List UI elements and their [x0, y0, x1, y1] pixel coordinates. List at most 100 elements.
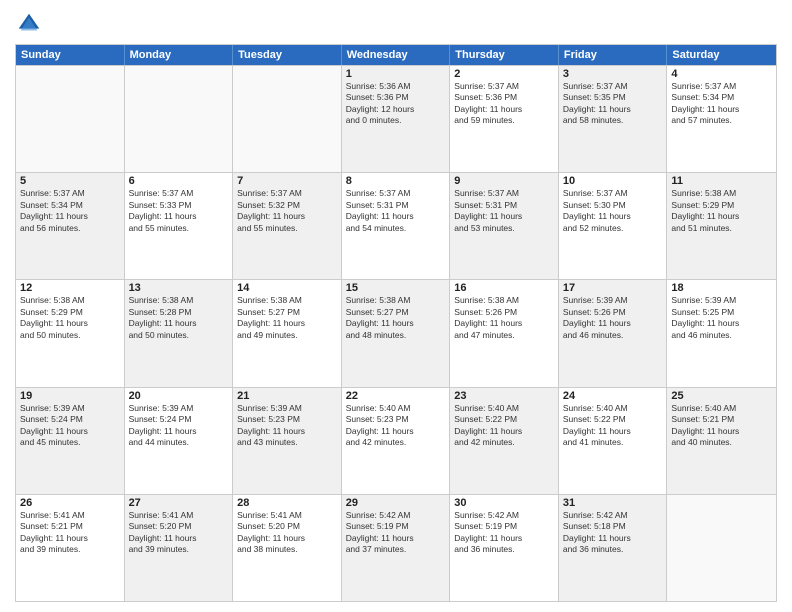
cell-info: Sunrise: 5:38 AMSunset: 5:28 PMDaylight:… [129, 295, 229, 341]
cal-cell-row0-col4: 2Sunrise: 5:37 AMSunset: 5:36 PMDaylight… [450, 66, 559, 172]
calendar-body: 1Sunrise: 5:36 AMSunset: 5:36 PMDaylight… [16, 65, 776, 601]
cell-info: Sunrise: 5:38 AMSunset: 5:27 PMDaylight:… [237, 295, 337, 341]
day-number: 12 [20, 282, 120, 294]
cell-info: Sunrise: 5:37 AMSunset: 5:30 PMDaylight:… [563, 188, 663, 234]
cal-cell-row3-col5: 24Sunrise: 5:40 AMSunset: 5:22 PMDayligh… [559, 388, 668, 494]
cal-cell-row3-col4: 23Sunrise: 5:40 AMSunset: 5:22 PMDayligh… [450, 388, 559, 494]
day-number: 15 [346, 282, 446, 294]
cell-info: Sunrise: 5:37 AMSunset: 5:34 PMDaylight:… [20, 188, 120, 234]
cal-cell-row0-col1 [125, 66, 234, 172]
cal-cell-row4-col0: 26Sunrise: 5:41 AMSunset: 5:21 PMDayligh… [16, 495, 125, 601]
day-number: 28 [237, 497, 337, 509]
logo-icon [15, 10, 43, 38]
cell-info: Sunrise: 5:37 AMSunset: 5:33 PMDaylight:… [129, 188, 229, 234]
cell-info: Sunrise: 5:39 AMSunset: 5:26 PMDaylight:… [563, 295, 663, 341]
day-number: 14 [237, 282, 337, 294]
cal-cell-row3-col3: 22Sunrise: 5:40 AMSunset: 5:23 PMDayligh… [342, 388, 451, 494]
cal-cell-row1-col3: 8Sunrise: 5:37 AMSunset: 5:31 PMDaylight… [342, 173, 451, 279]
calendar-row-4: 19Sunrise: 5:39 AMSunset: 5:24 PMDayligh… [16, 387, 776, 494]
cal-cell-row0-col0 [16, 66, 125, 172]
day-number: 4 [671, 68, 772, 80]
day-number: 29 [346, 497, 446, 509]
day-number: 23 [454, 390, 554, 402]
cal-cell-row3-col2: 21Sunrise: 5:39 AMSunset: 5:23 PMDayligh… [233, 388, 342, 494]
cell-info: Sunrise: 5:39 AMSunset: 5:24 PMDaylight:… [129, 403, 229, 449]
cal-cell-row1-col4: 9Sunrise: 5:37 AMSunset: 5:31 PMDaylight… [450, 173, 559, 279]
cal-cell-row4-col6 [667, 495, 776, 601]
cal-cell-row4-col2: 28Sunrise: 5:41 AMSunset: 5:20 PMDayligh… [233, 495, 342, 601]
header-day-wednesday: Wednesday [342, 45, 451, 65]
page: SundayMondayTuesdayWednesdayThursdayFrid… [0, 0, 792, 612]
day-number: 11 [671, 175, 772, 187]
cell-info: Sunrise: 5:41 AMSunset: 5:21 PMDaylight:… [20, 510, 120, 556]
header-day-friday: Friday [559, 45, 668, 65]
cell-info: Sunrise: 5:41 AMSunset: 5:20 PMDaylight:… [129, 510, 229, 556]
day-number: 31 [563, 497, 663, 509]
cal-cell-row4-col1: 27Sunrise: 5:41 AMSunset: 5:20 PMDayligh… [125, 495, 234, 601]
day-number: 17 [563, 282, 663, 294]
calendar-row-1: 1Sunrise: 5:36 AMSunset: 5:36 PMDaylight… [16, 65, 776, 172]
calendar-header: SundayMondayTuesdayWednesdayThursdayFrid… [16, 45, 776, 65]
cell-info: Sunrise: 5:39 AMSunset: 5:25 PMDaylight:… [671, 295, 772, 341]
day-number: 30 [454, 497, 554, 509]
cell-info: Sunrise: 5:37 AMSunset: 5:34 PMDaylight:… [671, 81, 772, 127]
cal-cell-row4-col4: 30Sunrise: 5:42 AMSunset: 5:19 PMDayligh… [450, 495, 559, 601]
header-day-saturday: Saturday [667, 45, 776, 65]
header-day-monday: Monday [125, 45, 234, 65]
cal-cell-row0-col3: 1Sunrise: 5:36 AMSunset: 5:36 PMDaylight… [342, 66, 451, 172]
header-day-tuesday: Tuesday [233, 45, 342, 65]
cell-info: Sunrise: 5:40 AMSunset: 5:21 PMDaylight:… [671, 403, 772, 449]
day-number: 2 [454, 68, 554, 80]
day-number: 8 [346, 175, 446, 187]
day-number: 22 [346, 390, 446, 402]
cal-cell-row1-col5: 10Sunrise: 5:37 AMSunset: 5:30 PMDayligh… [559, 173, 668, 279]
day-number: 5 [20, 175, 120, 187]
cal-cell-row2-col5: 17Sunrise: 5:39 AMSunset: 5:26 PMDayligh… [559, 280, 668, 386]
cell-info: Sunrise: 5:41 AMSunset: 5:20 PMDaylight:… [237, 510, 337, 556]
day-number: 19 [20, 390, 120, 402]
cal-cell-row2-col6: 18Sunrise: 5:39 AMSunset: 5:25 PMDayligh… [667, 280, 776, 386]
day-number: 26 [20, 497, 120, 509]
day-number: 7 [237, 175, 337, 187]
cell-info: Sunrise: 5:37 AMSunset: 5:31 PMDaylight:… [346, 188, 446, 234]
cell-info: Sunrise: 5:38 AMSunset: 5:27 PMDaylight:… [346, 295, 446, 341]
cal-cell-row1-col1: 6Sunrise: 5:37 AMSunset: 5:33 PMDaylight… [125, 173, 234, 279]
cell-info: Sunrise: 5:37 AMSunset: 5:31 PMDaylight:… [454, 188, 554, 234]
day-number: 9 [454, 175, 554, 187]
day-number: 3 [563, 68, 663, 80]
cell-info: Sunrise: 5:36 AMSunset: 5:36 PMDaylight:… [346, 81, 446, 127]
cell-info: Sunrise: 5:42 AMSunset: 5:19 PMDaylight:… [454, 510, 554, 556]
cell-info: Sunrise: 5:37 AMSunset: 5:35 PMDaylight:… [563, 81, 663, 127]
day-number: 6 [129, 175, 229, 187]
cal-cell-row3-col1: 20Sunrise: 5:39 AMSunset: 5:24 PMDayligh… [125, 388, 234, 494]
cal-cell-row1-col6: 11Sunrise: 5:38 AMSunset: 5:29 PMDayligh… [667, 173, 776, 279]
cal-cell-row3-col6: 25Sunrise: 5:40 AMSunset: 5:21 PMDayligh… [667, 388, 776, 494]
day-number: 18 [671, 282, 772, 294]
cal-cell-row2-col4: 16Sunrise: 5:38 AMSunset: 5:26 PMDayligh… [450, 280, 559, 386]
cal-cell-row2-col3: 15Sunrise: 5:38 AMSunset: 5:27 PMDayligh… [342, 280, 451, 386]
cal-cell-row2-col0: 12Sunrise: 5:38 AMSunset: 5:29 PMDayligh… [16, 280, 125, 386]
header-day-sunday: Sunday [16, 45, 125, 65]
day-number: 13 [129, 282, 229, 294]
cell-info: Sunrise: 5:42 AMSunset: 5:18 PMDaylight:… [563, 510, 663, 556]
day-number: 20 [129, 390, 229, 402]
cell-info: Sunrise: 5:40 AMSunset: 5:22 PMDaylight:… [454, 403, 554, 449]
cell-info: Sunrise: 5:37 AMSunset: 5:32 PMDaylight:… [237, 188, 337, 234]
cal-cell-row0-col2 [233, 66, 342, 172]
cal-cell-row4-col5: 31Sunrise: 5:42 AMSunset: 5:18 PMDayligh… [559, 495, 668, 601]
calendar-row-2: 5Sunrise: 5:37 AMSunset: 5:34 PMDaylight… [16, 172, 776, 279]
day-number: 16 [454, 282, 554, 294]
calendar-row-3: 12Sunrise: 5:38 AMSunset: 5:29 PMDayligh… [16, 279, 776, 386]
cal-cell-row2-col2: 14Sunrise: 5:38 AMSunset: 5:27 PMDayligh… [233, 280, 342, 386]
cell-info: Sunrise: 5:39 AMSunset: 5:23 PMDaylight:… [237, 403, 337, 449]
day-number: 10 [563, 175, 663, 187]
cal-cell-row4-col3: 29Sunrise: 5:42 AMSunset: 5:19 PMDayligh… [342, 495, 451, 601]
cal-cell-row3-col0: 19Sunrise: 5:39 AMSunset: 5:24 PMDayligh… [16, 388, 125, 494]
cell-info: Sunrise: 5:38 AMSunset: 5:26 PMDaylight:… [454, 295, 554, 341]
cell-info: Sunrise: 5:40 AMSunset: 5:22 PMDaylight:… [563, 403, 663, 449]
cell-info: Sunrise: 5:39 AMSunset: 5:24 PMDaylight:… [20, 403, 120, 449]
cell-info: Sunrise: 5:37 AMSunset: 5:36 PMDaylight:… [454, 81, 554, 127]
day-number: 24 [563, 390, 663, 402]
cell-info: Sunrise: 5:38 AMSunset: 5:29 PMDaylight:… [671, 188, 772, 234]
cal-cell-row2-col1: 13Sunrise: 5:38 AMSunset: 5:28 PMDayligh… [125, 280, 234, 386]
